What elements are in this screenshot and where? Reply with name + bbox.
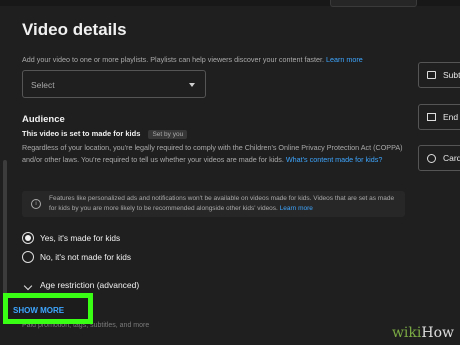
notice-body: Features like personalized ads and notif… (49, 195, 395, 212)
radio-unchecked-icon[interactable] (22, 251, 34, 263)
end-screen-button[interactable]: End s (418, 104, 460, 130)
playlist-description: Add your video to one or more playlists.… (22, 55, 402, 64)
age-restriction-label[interactable]: Age restriction (advanced) (40, 280, 139, 290)
radio-label-yes[interactable]: Yes, it's made for kids (40, 233, 120, 243)
cards-icon (427, 154, 436, 163)
subtitles-button[interactable]: Subti (418, 62, 460, 88)
audience-body: Regardless of your location, you're lega… (22, 142, 407, 166)
show-more-button[interactable]: SHOW MORE (3, 293, 93, 324)
end-screen-label: End s (443, 112, 460, 122)
audience-subheading-text: This video is set to made for kids (22, 129, 141, 138)
cards-button[interactable]: Card (418, 145, 460, 171)
set-by-you-badge: Set by you (148, 130, 188, 139)
scrollbar[interactable] (3, 160, 7, 300)
watermark-prefix: wiki (391, 325, 422, 341)
notice-text: Features like personalized ads and notif… (49, 194, 401, 214)
playlist-select[interactable]: Select (22, 70, 206, 98)
subtitles-label: Subti (443, 70, 460, 80)
playlist-select-value: Select (31, 80, 55, 90)
audience-heading: Audience (22, 114, 65, 125)
made-for-kids-info-link[interactable]: What's content made for kids? (286, 155, 382, 164)
cards-label: Card (443, 153, 460, 163)
audience-subheading: This video is set to made for kids Set b… (22, 129, 188, 139)
radio-checked-icon[interactable] (22, 232, 34, 244)
dropdown-arrow-icon (189, 83, 195, 87)
made-for-kids-notice: i Features like personalized ads and not… (22, 191, 405, 217)
page-title: Video details (22, 20, 127, 39)
subtitles-icon (427, 71, 436, 79)
playlist-description-text: Add your video to one or more playlists.… (22, 55, 325, 64)
notice-learn-more-link[interactable]: Learn more (280, 205, 313, 212)
chevron-down-icon (23, 281, 33, 291)
wikihow-watermark: wikiHow (392, 325, 454, 341)
playlist-learn-more-link[interactable]: Learn more (326, 55, 363, 64)
info-icon: i (31, 199, 41, 209)
show-more-label[interactable]: SHOW MORE (13, 306, 64, 315)
watermark-suffix: How (421, 325, 454, 341)
end-screen-icon (427, 113, 436, 121)
radio-label-no[interactable]: No, it's not made for kids (40, 252, 131, 262)
